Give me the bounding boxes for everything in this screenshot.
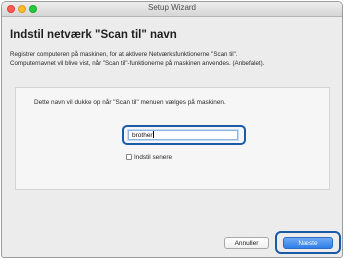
text-cursor bbox=[152, 131, 154, 138]
name-input-highlight: brother bbox=[122, 125, 246, 145]
panel-info-text: Dette navn vil dukke op når "Scan til" m… bbox=[34, 99, 226, 106]
setup-wizard-window: Setup Wizard Indstil netværk "Scan til" … bbox=[1, 1, 343, 258]
description-line-2: Computernavnet vil blive vist, når "Scan… bbox=[10, 59, 265, 67]
window-title: Setup Wizard bbox=[147, 3, 197, 12]
set-later-checkbox[interactable] bbox=[126, 154, 132, 160]
computer-name-input[interactable]: brother bbox=[128, 130, 238, 140]
title-bar[interactable]: Setup Wizard bbox=[2, 2, 342, 17]
page-heading: Indstil netværk "Scan til" navn bbox=[10, 29, 177, 41]
computer-name-value: brother bbox=[132, 132, 153, 139]
cancel-button[interactable]: Annuller bbox=[224, 237, 269, 249]
settings-panel: Dette navn vil dukke op når "Scan til" m… bbox=[15, 87, 330, 190]
page-description: Registrer computeren på maskinen, for at… bbox=[10, 51, 264, 68]
description-line-1: Registrer computeren på maskinen, for at… bbox=[10, 51, 238, 58]
set-later-option[interactable]: Indstil senere bbox=[126, 154, 172, 161]
set-later-label[interactable]: Indstil senere bbox=[134, 154, 172, 161]
next-button[interactable]: Næste bbox=[283, 237, 333, 249]
